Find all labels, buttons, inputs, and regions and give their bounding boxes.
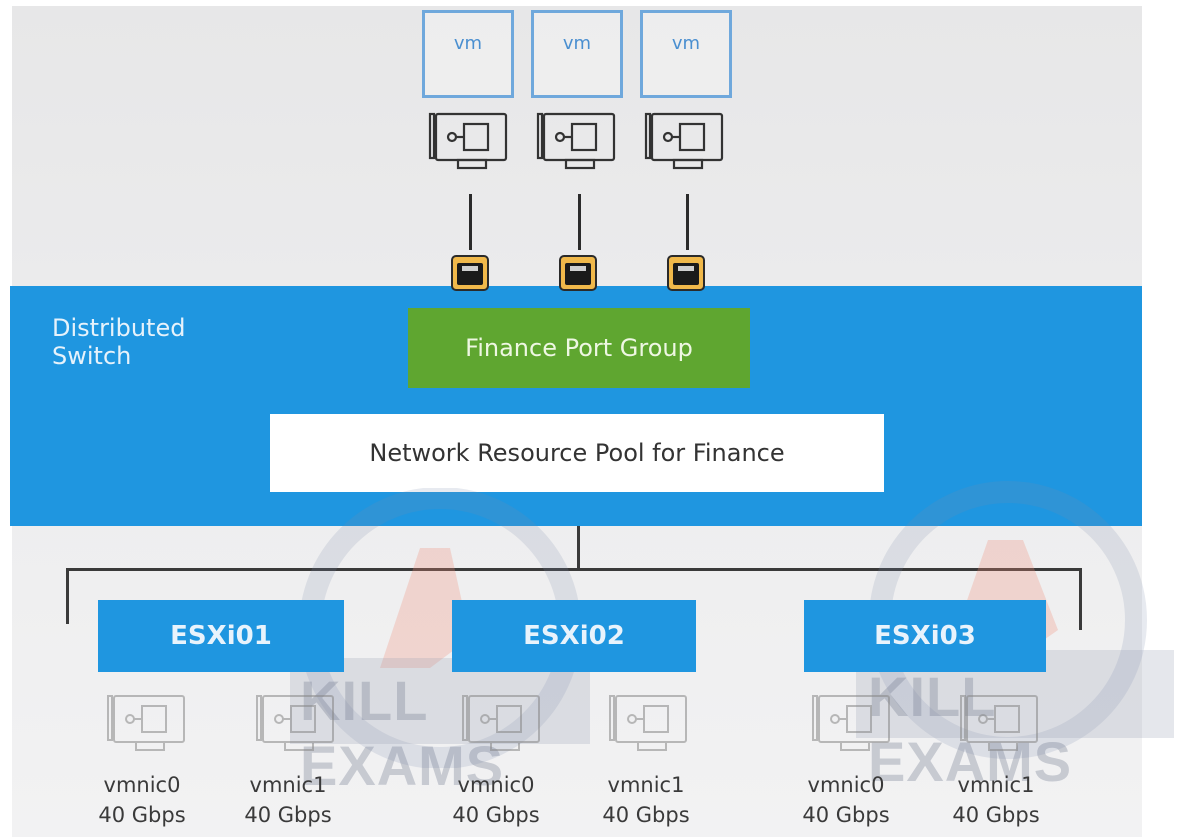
vm-link-line	[469, 194, 472, 250]
finance-port-group: Finance Port Group	[408, 308, 750, 388]
pnic-icon	[252, 692, 338, 754]
nic-label: vmnic1 40 Gbps	[602, 773, 690, 827]
network-resource-pool: Network Resource Pool for Finance	[270, 414, 884, 492]
port-icon	[667, 255, 705, 291]
nic-label: vmnic0 40 Gbps	[452, 773, 540, 827]
pnic-icon	[458, 692, 544, 754]
vm-box-1: vm	[422, 10, 514, 98]
connector-line	[66, 568, 1082, 571]
host-esxi03: ESXi03	[804, 600, 1046, 672]
vm-link-line	[578, 194, 581, 250]
port-icon	[451, 255, 489, 291]
vm-label: vm	[453, 33, 483, 54]
pnic-icon	[605, 692, 691, 754]
vm-label: vm	[671, 33, 701, 54]
connector-line	[577, 526, 580, 570]
connector-line	[1079, 568, 1082, 630]
connector-line	[66, 568, 69, 624]
pnic-icon	[956, 692, 1042, 754]
nic-label: vmnic0 40 Gbps	[98, 773, 186, 827]
host-esxi01: ESXi01	[98, 600, 344, 672]
pnic-icon	[103, 692, 189, 754]
vm-link-line	[686, 194, 689, 250]
nic-label: vmnic1 40 Gbps	[952, 773, 1040, 827]
nic-label: vmnic1 40 Gbps	[244, 773, 332, 827]
host-esxi02: ESXi02	[452, 600, 696, 672]
vnic-icon	[428, 110, 508, 172]
vnic-icon	[644, 110, 724, 172]
pnic-icon	[808, 692, 894, 754]
nic-label: vmnic0 40 Gbps	[802, 773, 890, 827]
vm-box-2: vm	[531, 10, 623, 98]
vm-label: vm	[562, 33, 592, 54]
port-icon	[559, 255, 597, 291]
switch-label: Distributed Switch	[52, 314, 186, 370]
vm-box-3: vm	[640, 10, 732, 98]
vnic-icon	[536, 110, 616, 172]
